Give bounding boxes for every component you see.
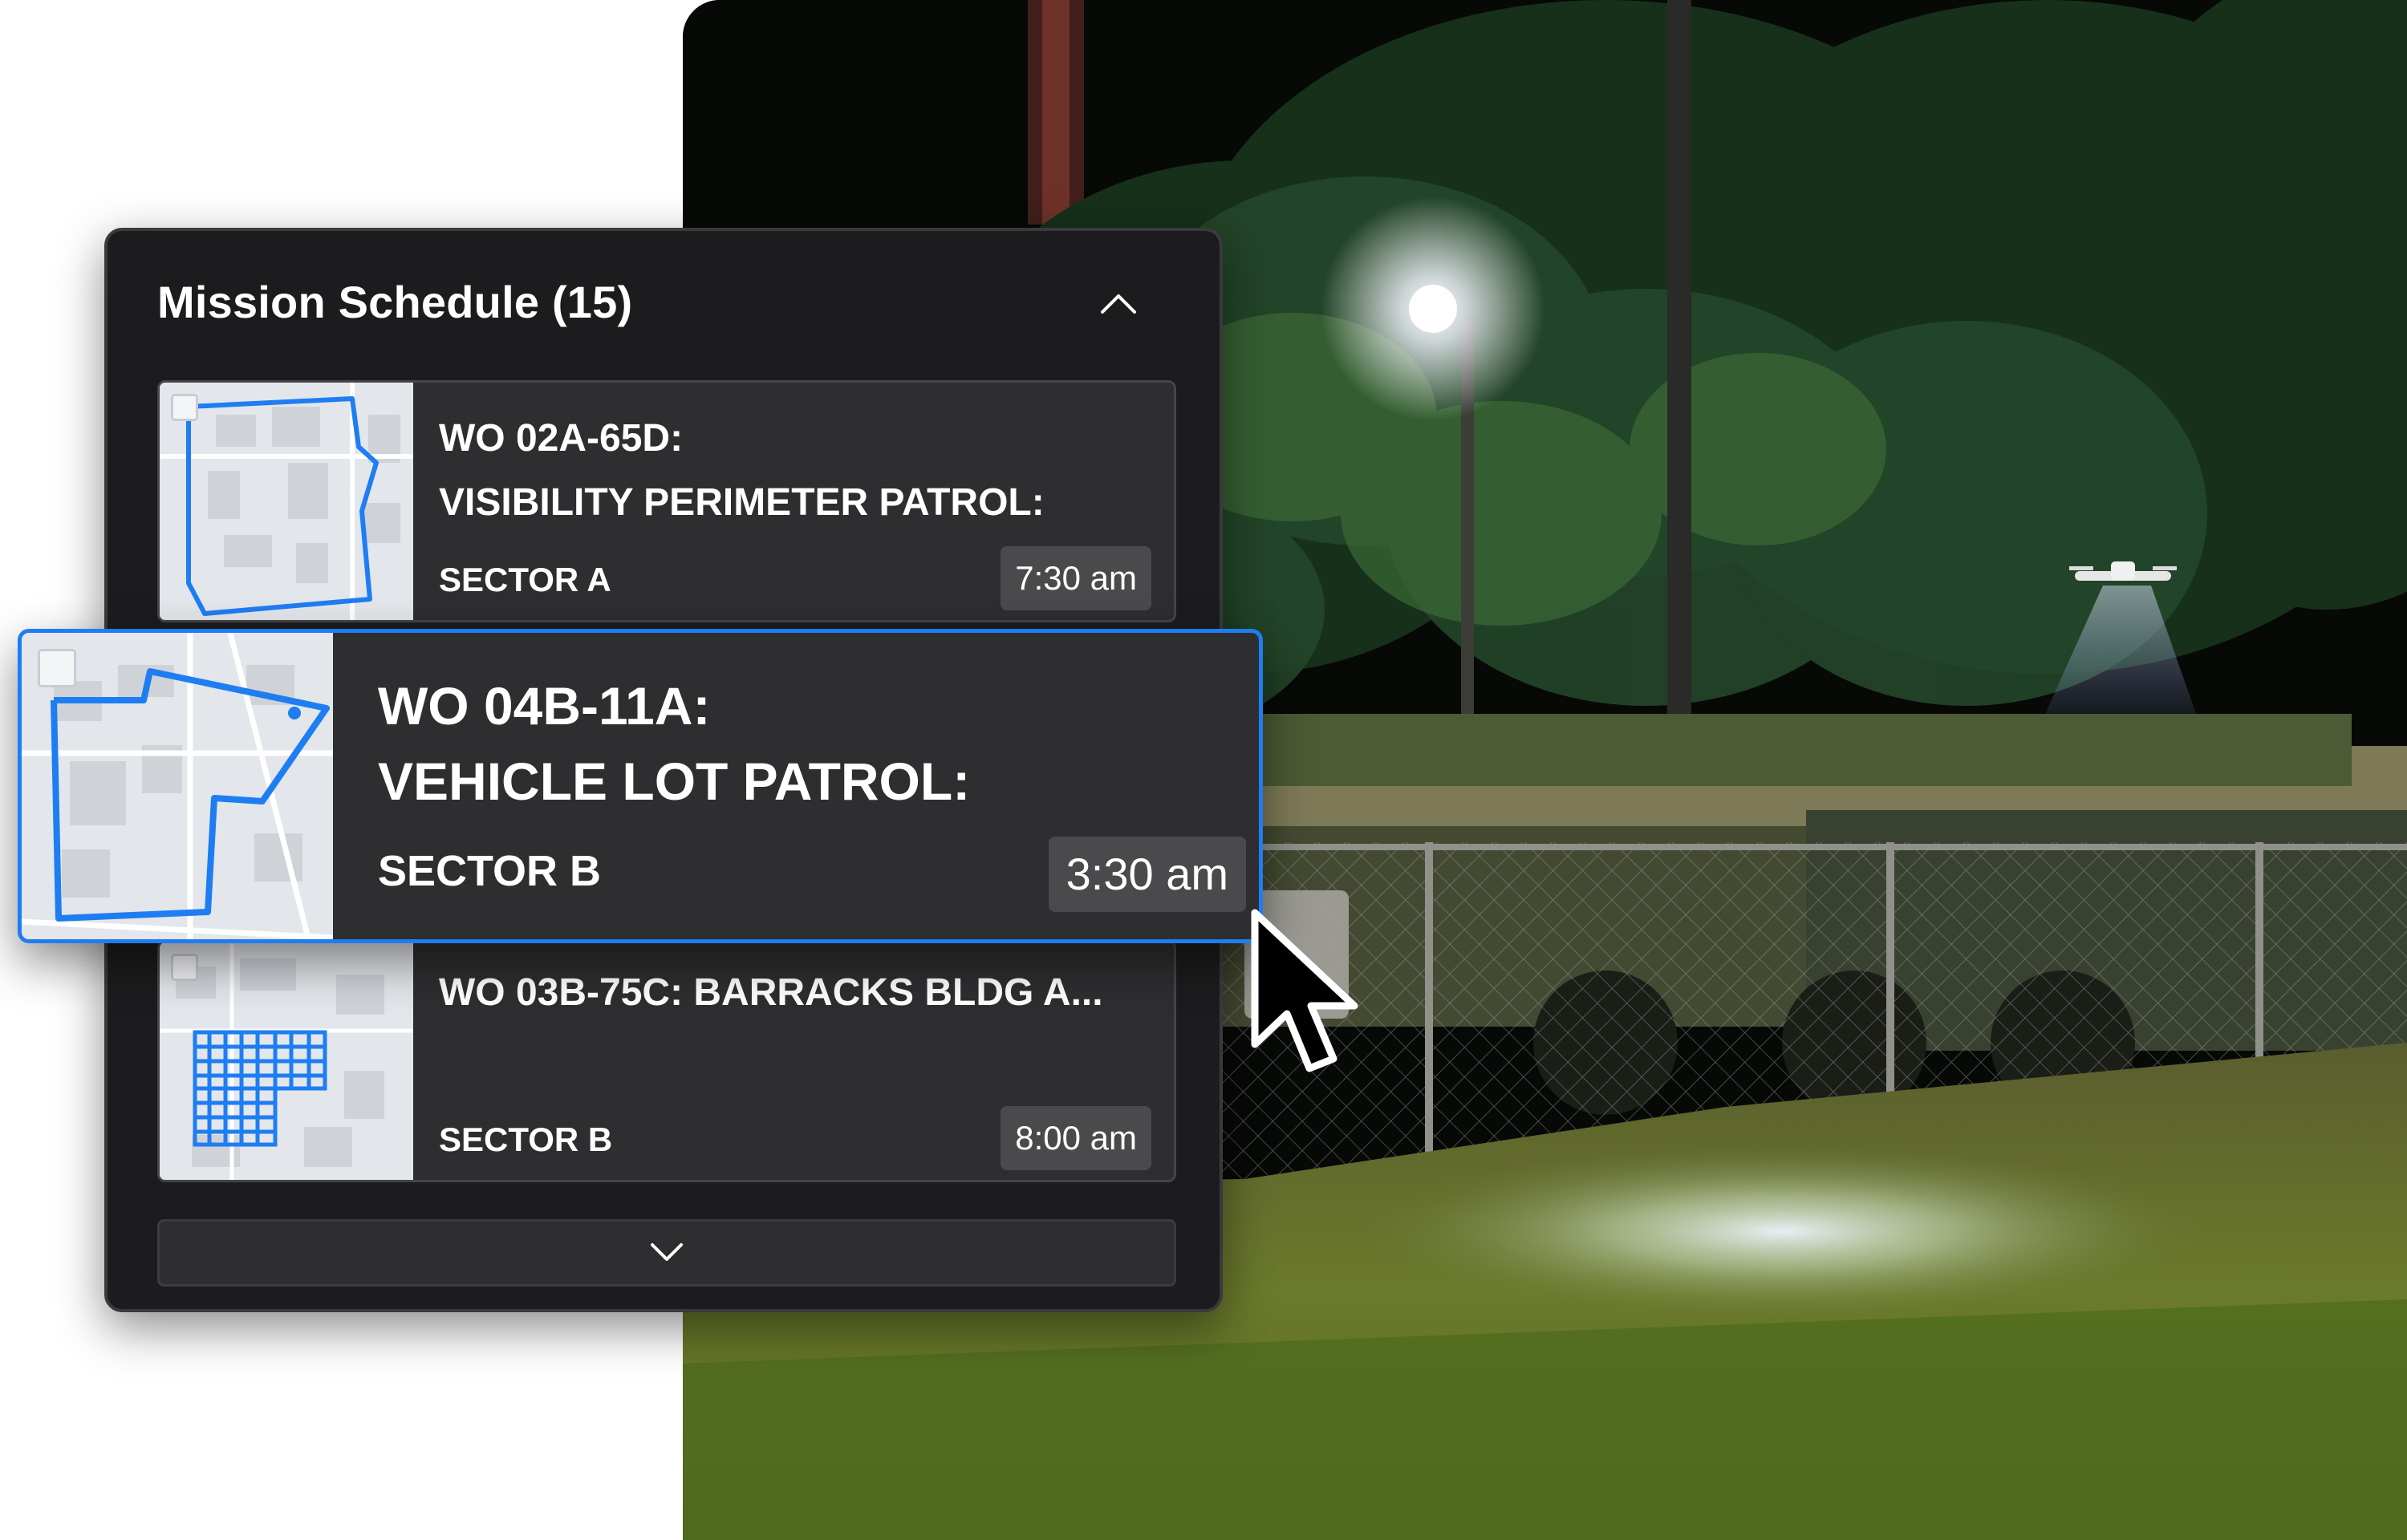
chevron-down-icon [651,1243,683,1261]
collapse-button[interactable] [1090,274,1147,332]
mouse-pointer-icon [1251,909,1358,1072]
route-map-thumbnail [160,942,413,1180]
mission-title: WO 03B-75C: BARRACKS BLDG A... [439,971,1103,1014]
mission-card-selected[interactable]: WO 04B-11A: VEHICLE LOT PATROL: SECTOR B… [18,629,1263,943]
chevron-up-icon [1101,294,1136,314]
mission-checkbox[interactable] [38,649,76,687]
route-map-thumbnail [22,633,333,939]
mission-title: WO 04B-11A: VEHICLE LOT PATROL: [378,676,971,811]
mission-card[interactable]: WO 02A-65D: VISIBILITY PERIMETER PATROL:… [157,380,1176,622]
mission-time-badge: 3:30 am [1048,837,1246,912]
mission-card[interactable]: WO 03B-75C: BARRACKS BLDG A... SECTOR B … [157,940,1176,1182]
panel-title: Mission Schedule (15) [157,277,633,327]
route-map-thumbnail [160,383,413,620]
show-more-button[interactable] [157,1219,1176,1287]
mission-time-badge: 8:00 am [1001,1106,1151,1170]
mission-schedule-panel: Mission Schedule (15) WO 02A-65D: VISIBI… [18,228,1263,1312]
mission-sector: SECTOR B [439,1121,613,1158]
mission-checkbox[interactable] [171,394,198,421]
mission-checkbox[interactable] [171,954,198,981]
mission-title: WO 02A-65D: VISIBILITY PERIMETER PATROL: [439,417,1045,524]
mission-sector: SECTOR B [378,847,602,895]
mission-time-badge: 7:30 am [1001,546,1151,610]
mission-sector: SECTOR A [439,561,611,598]
